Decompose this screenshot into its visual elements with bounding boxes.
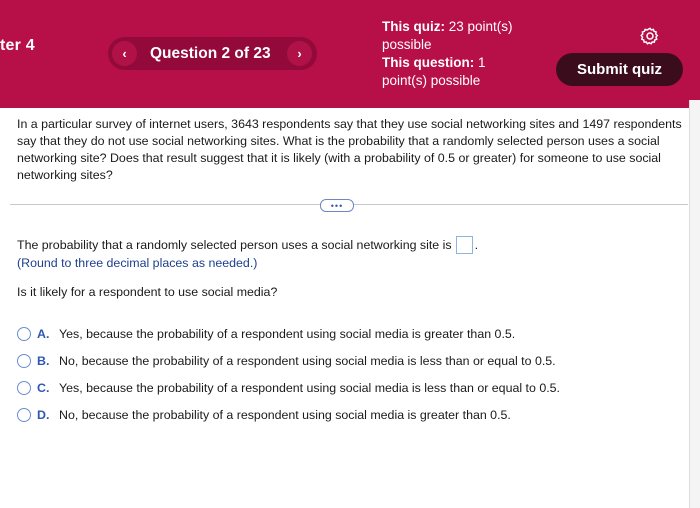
option-d[interactable]: D. No, because the probability of a resp…: [17, 401, 560, 428]
radio-button[interactable]: [17, 407, 31, 422]
option-text: No, because the probability of a respond…: [59, 407, 511, 422]
radio-button[interactable]: [17, 380, 31, 395]
expand-more-button[interactable]: •••: [320, 199, 354, 212]
quiz-points-label: This quiz:: [382, 19, 445, 34]
option-b[interactable]: B. No, because the probability of a resp…: [17, 347, 560, 374]
submit-quiz-button[interactable]: Submit quiz: [556, 53, 683, 86]
gear-icon[interactable]: [640, 26, 660, 46]
option-text: No, because the probability of a respond…: [59, 353, 556, 368]
radio-button[interactable]: [17, 353, 31, 368]
question-counter: Question 2 of 23: [150, 45, 271, 62]
option-text: Yes, because the probability of a respon…: [59, 326, 516, 341]
answer-options: A. Yes, because the probability of a res…: [17, 320, 560, 428]
option-a[interactable]: A. Yes, because the probability of a res…: [17, 320, 560, 347]
option-letter: C.: [37, 380, 50, 395]
problem-statement: In a particular survey of internet users…: [17, 117, 682, 182]
option-text: Yes, because the probability of a respon…: [59, 380, 560, 395]
chapter-title: ter 4: [0, 37, 35, 54]
option-letter: A.: [37, 326, 50, 341]
radio-button[interactable]: [17, 326, 31, 341]
quiz-header: ter 4 ‹ Question 2 of 23 › This quiz: 23…: [0, 0, 700, 108]
answer-line: The probability that a randomly selected…: [17, 236, 478, 254]
rounding-hint: (Round to three decimal places as needed…: [17, 256, 258, 270]
points-info: This quiz: 23 point(s) possible This que…: [382, 18, 532, 90]
question-two-prompt: Is it likely for a respondent to use soc…: [17, 285, 278, 299]
probability-answer-input[interactable]: [455, 236, 473, 254]
option-c[interactable]: C. Yes, because the probability of a res…: [17, 374, 560, 401]
answer-suffix: .: [474, 238, 479, 252]
option-letter: B.: [37, 353, 50, 368]
option-letter: D.: [37, 407, 50, 422]
answer-prompt: The probability that a randomly selected…: [17, 238, 452, 252]
next-question-button[interactable]: ›: [287, 41, 312, 66]
question-points-label: This question:: [382, 55, 475, 70]
scrollbar[interactable]: [689, 100, 700, 508]
question-navigator: ‹ Question 2 of 23 ›: [108, 37, 317, 70]
previous-question-button[interactable]: ‹: [112, 41, 137, 66]
